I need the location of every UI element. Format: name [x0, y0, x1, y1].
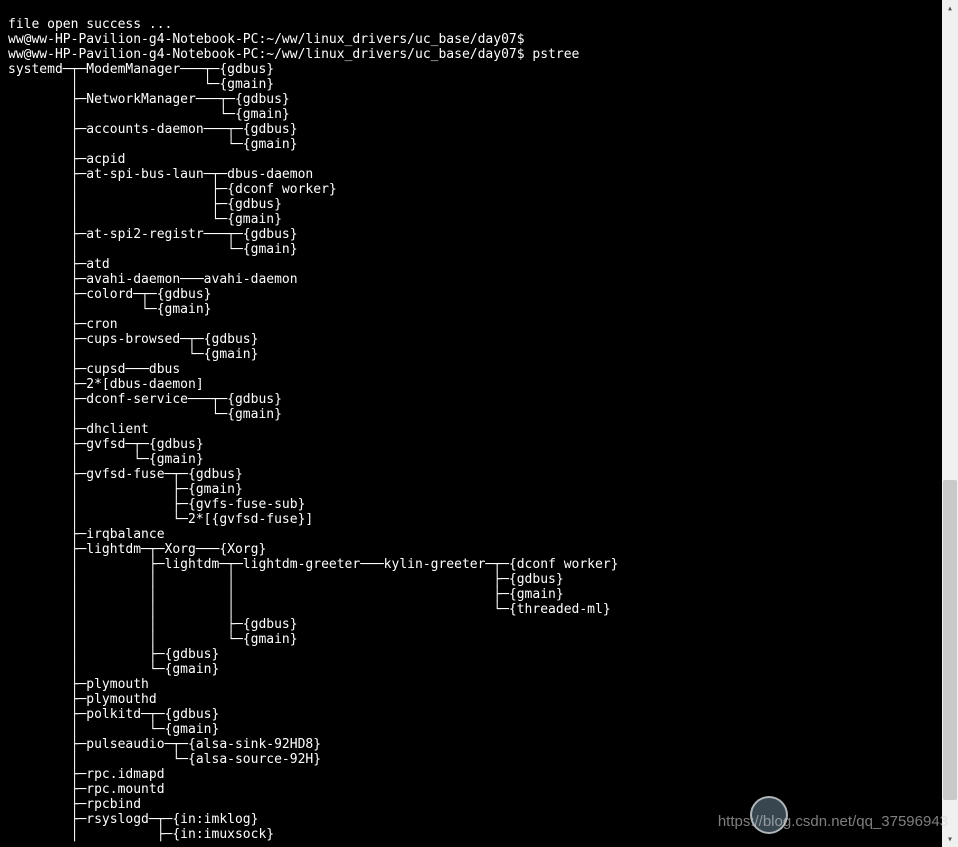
chevron-up-icon: ▴: [947, 1, 953, 16]
chevron-down-icon: ▾: [947, 832, 953, 847]
terminal-window: file open success ... ww@ww-HP-Pavilion-…: [0, 0, 958, 847]
watermark-text: https://blog.csdn.net/qq_37596943: [718, 814, 948, 829]
scroll-down-button[interactable]: ▾: [942, 831, 958, 847]
scrollbar-thumb[interactable]: [943, 480, 957, 800]
scroll-up-button[interactable]: ▴: [942, 0, 958, 16]
vertical-scrollbar[interactable]: ▴ ▾: [942, 0, 958, 847]
terminal-output[interactable]: file open success ... ww@ww-HP-Pavilion-…: [8, 17, 618, 842]
